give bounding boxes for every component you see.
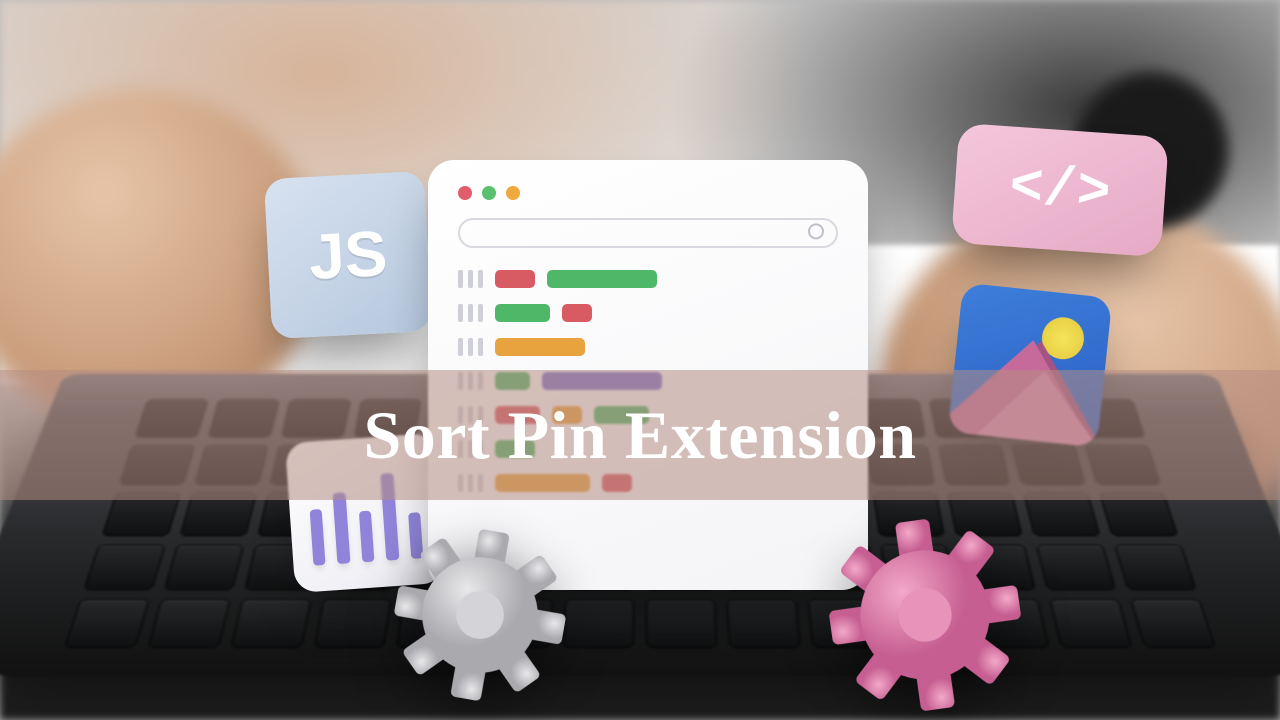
title-text: Sort Pin Extension [363,396,916,475]
code-tag-badge: </> [951,123,1169,257]
js-badge-label: JS [307,216,389,294]
title-banner: Sort Pin Extension [0,370,1280,500]
address-bar-graphic [458,218,838,248]
window-traffic-lights [458,186,838,200]
js-badge: JS [264,171,432,339]
gear-icon-pink [818,508,1033,720]
gear-icon-grey [382,517,579,714]
code-tag-label: </> [1007,155,1112,226]
